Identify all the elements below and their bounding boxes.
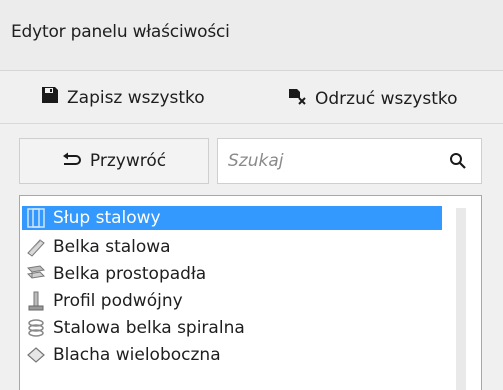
- list-item-label: Profil podwójny: [53, 291, 183, 311]
- list-item[interactable]: Słup stalowy: [22, 206, 442, 230]
- restore-button[interactable]: Przywróć: [19, 138, 209, 184]
- undo-arrow-icon: [62, 151, 82, 172]
- discard-icon: [287, 86, 307, 111]
- search-icon[interactable]: [449, 152, 467, 174]
- vertical-scrollbar[interactable]: [456, 208, 466, 390]
- discard-all-button[interactable]: Odrzuć wszystko: [287, 86, 458, 111]
- component-list: Słup stalowy Belka stalowa Belka prostop…: [19, 195, 482, 390]
- orthogonal-beam-icon: [26, 264, 46, 284]
- save-all-label: Zapisz wszystko: [67, 87, 205, 108]
- window-title: Edytor panelu właściwości: [0, 0, 503, 70]
- search-field[interactable]: [217, 138, 482, 184]
- steel-beam-icon: [26, 237, 46, 257]
- list-item-label: Stalowa belka spiralna: [53, 318, 245, 338]
- discard-all-label: Odrzuć wszystko: [315, 88, 458, 109]
- toolbar: Zapisz wszystko Odrzuć wszystko: [0, 71, 503, 123]
- save-all-button[interactable]: Zapisz wszystko: [41, 86, 205, 109]
- steel-column-icon: [26, 208, 46, 228]
- list-item-label: Belka stalowa: [53, 237, 171, 257]
- search-input[interactable]: [218, 139, 438, 183]
- list-item[interactable]: Stalowa belka spiralna: [22, 316, 442, 340]
- floppy-disk-icon: [41, 86, 59, 109]
- list-item-label: Belka prostopadła: [53, 264, 207, 284]
- list-item[interactable]: Profil podwójny: [22, 289, 442, 313]
- list-item[interactable]: Belka prostopadła: [22, 262, 442, 286]
- contour-plate-icon: [26, 345, 46, 365]
- restore-label: Przywróć: [89, 151, 167, 171]
- list-item-label: Blacha wieloboczna: [53, 345, 221, 365]
- list-item[interactable]: Belka stalowa: [22, 235, 442, 259]
- spiral-beam-icon: [26, 318, 46, 338]
- divider: [0, 123, 503, 124]
- list-item-label: Słup stalowy: [53, 208, 161, 228]
- twin-profile-icon: [26, 291, 46, 311]
- list-item[interactable]: Blacha wieloboczna: [22, 343, 442, 367]
